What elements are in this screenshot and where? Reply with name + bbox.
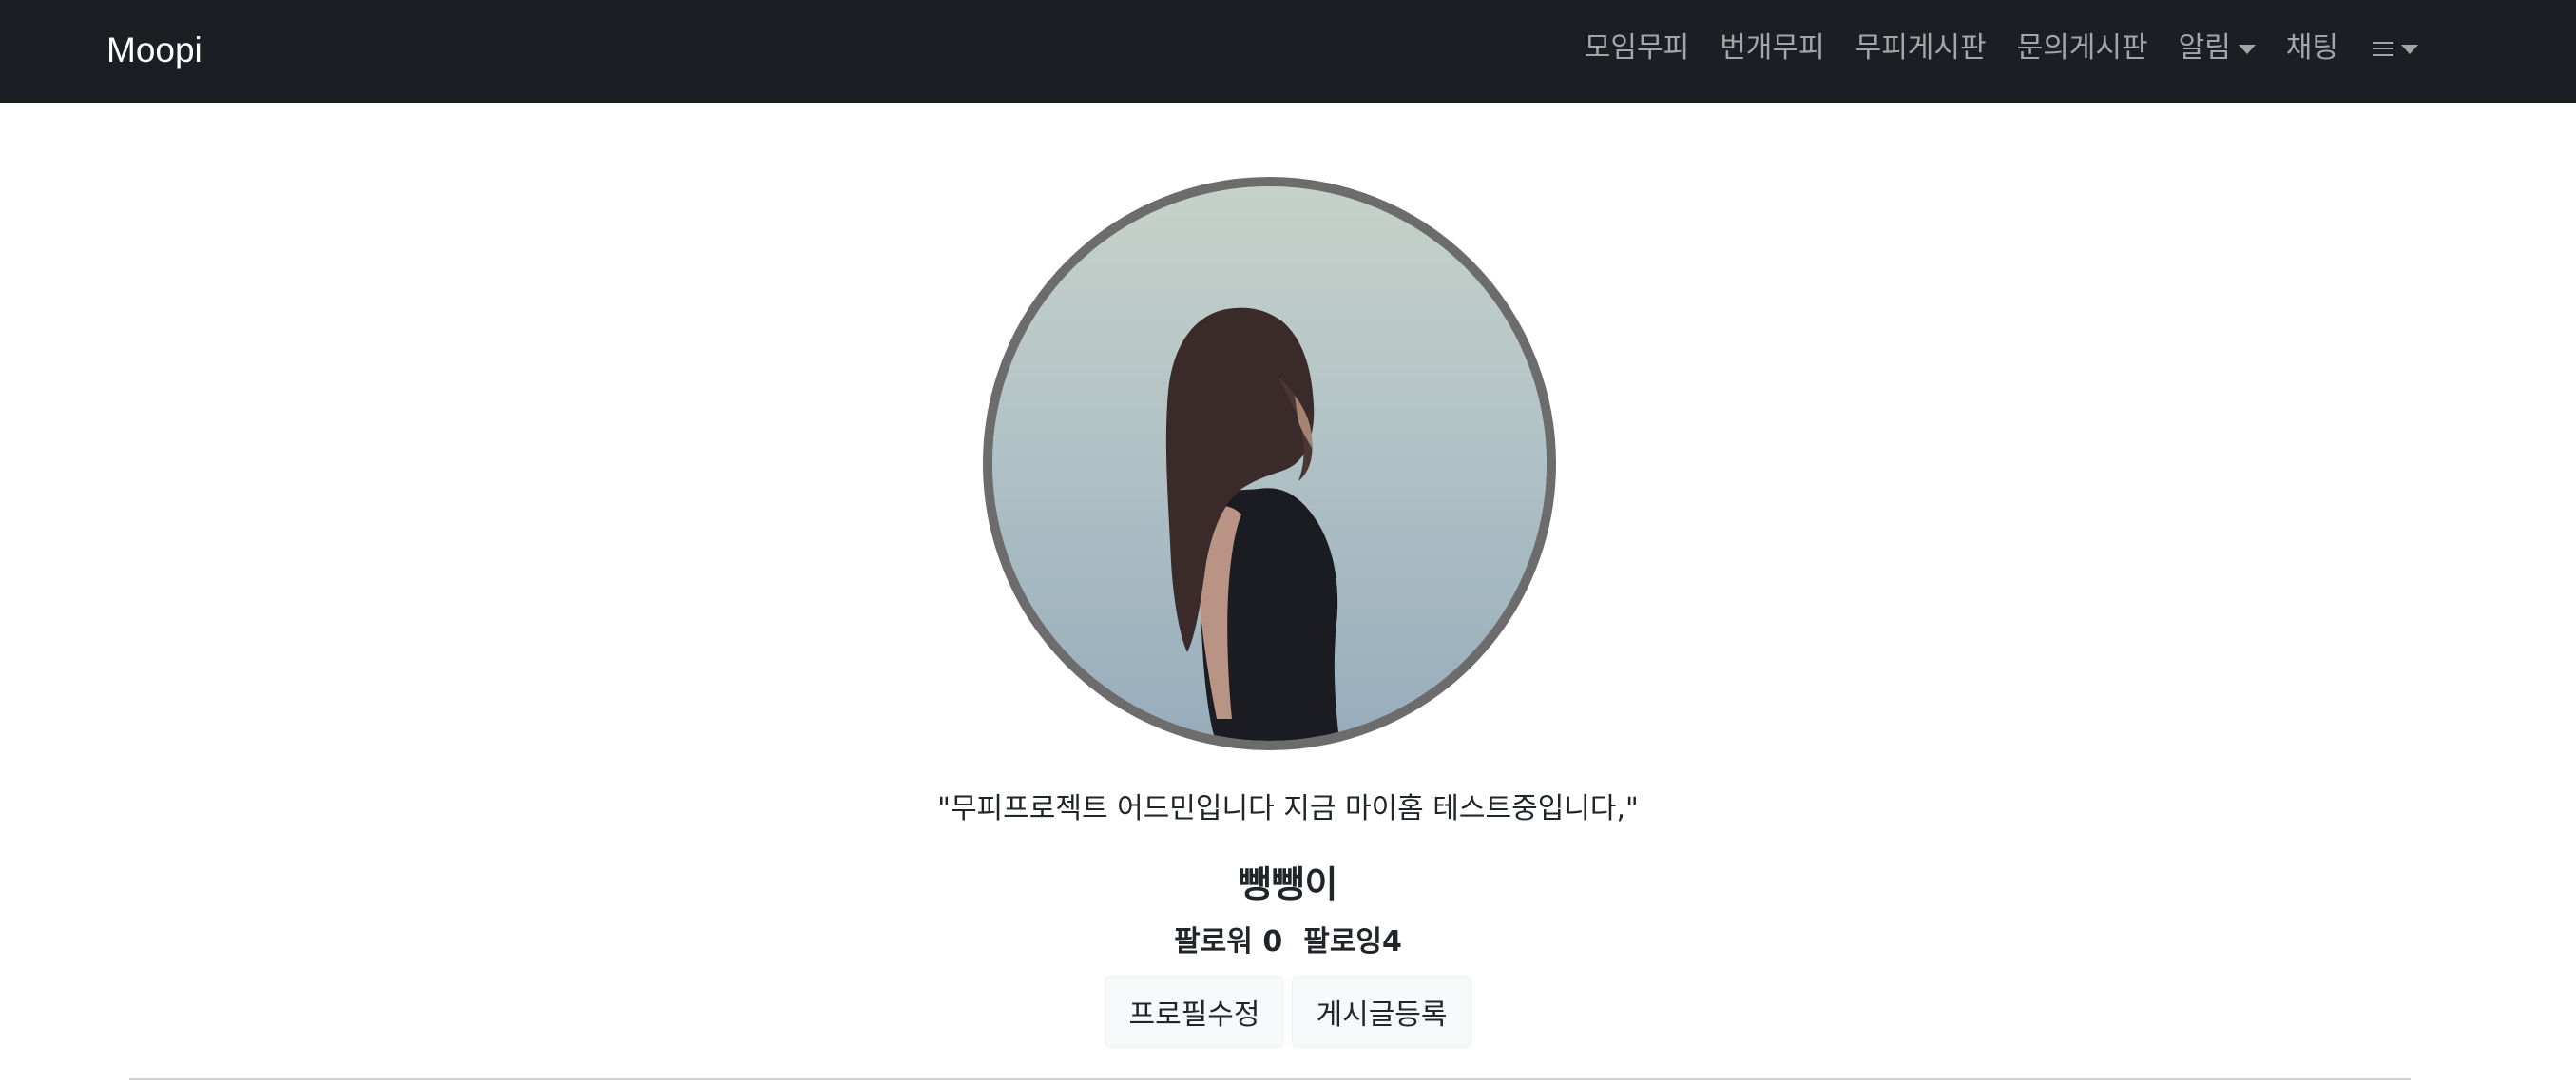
followers-link[interactable]: 팔로워 0	[1174, 925, 1282, 959]
nav-menu: 모임무피 번개무피 무피게시판 문의게시판 알림 채팅	[1585, 25, 2418, 72]
following-count: 4	[1382, 925, 1402, 959]
profile-actions: 프로필수정 게시글등록	[0, 976, 2576, 1048]
nav-item-chat[interactable]: 채팅	[2286, 25, 2338, 72]
profile-bio: "무피프로젝트 어드민입니다 지금 마이홈 테스트중입니다,"	[937, 792, 1639, 825]
nav-item-board[interactable]: 무피게시판	[1855, 25, 1987, 72]
top-navbar: Moopi 모임무피 번개무피 무피게시판 문의게시판 알림 채팅	[0, 0, 2576, 103]
nav-item-label: 번개무피	[1720, 31, 1825, 65]
brand-logo[interactable]: Moopi	[106, 27, 202, 74]
nav-item-label: 무피게시판	[1855, 31, 1987, 65]
following-label: 팔로잉	[1303, 925, 1383, 959]
followers-label: 팔로워	[1174, 925, 1253, 959]
nav-item-label: 채팅	[2285, 31, 2338, 65]
followers-count: 0	[1262, 925, 1283, 959]
profile-avatar	[983, 177, 1556, 750]
section-divider	[129, 1078, 2411, 1080]
nav-item-lightning[interactable]: 번개무피	[1720, 25, 1824, 72]
follow-stats: 팔로워 0 팔로잉4	[0, 919, 2576, 966]
following-link[interactable]: 팔로잉4	[1303, 925, 1402, 959]
edit-profile-button[interactable]: 프로필수정	[1105, 976, 1284, 1048]
hamburger-icon	[2373, 41, 2393, 56]
caret-down-icon	[2238, 45, 2256, 54]
profile-nickname: 뺑뺑이	[1238, 863, 1338, 905]
nav-item-label: 알림	[2178, 31, 2231, 65]
caret-down-icon	[2401, 45, 2418, 54]
nav-item-notifications[interactable]: 알림	[2179, 25, 2256, 72]
new-post-button[interactable]: 게시글등록	[1292, 976, 1471, 1048]
nav-item-moim[interactable]: 모임무피	[1585, 25, 1689, 72]
profile-photo	[992, 186, 1547, 741]
nav-item-label: 모임무피	[1584, 31, 1690, 65]
nav-item-more-menu[interactable]	[2369, 41, 2418, 56]
nav-item-inquiry[interactable]: 문의게시판	[2017, 25, 2148, 72]
nav-item-label: 문의게시판	[2016, 31, 2148, 65]
